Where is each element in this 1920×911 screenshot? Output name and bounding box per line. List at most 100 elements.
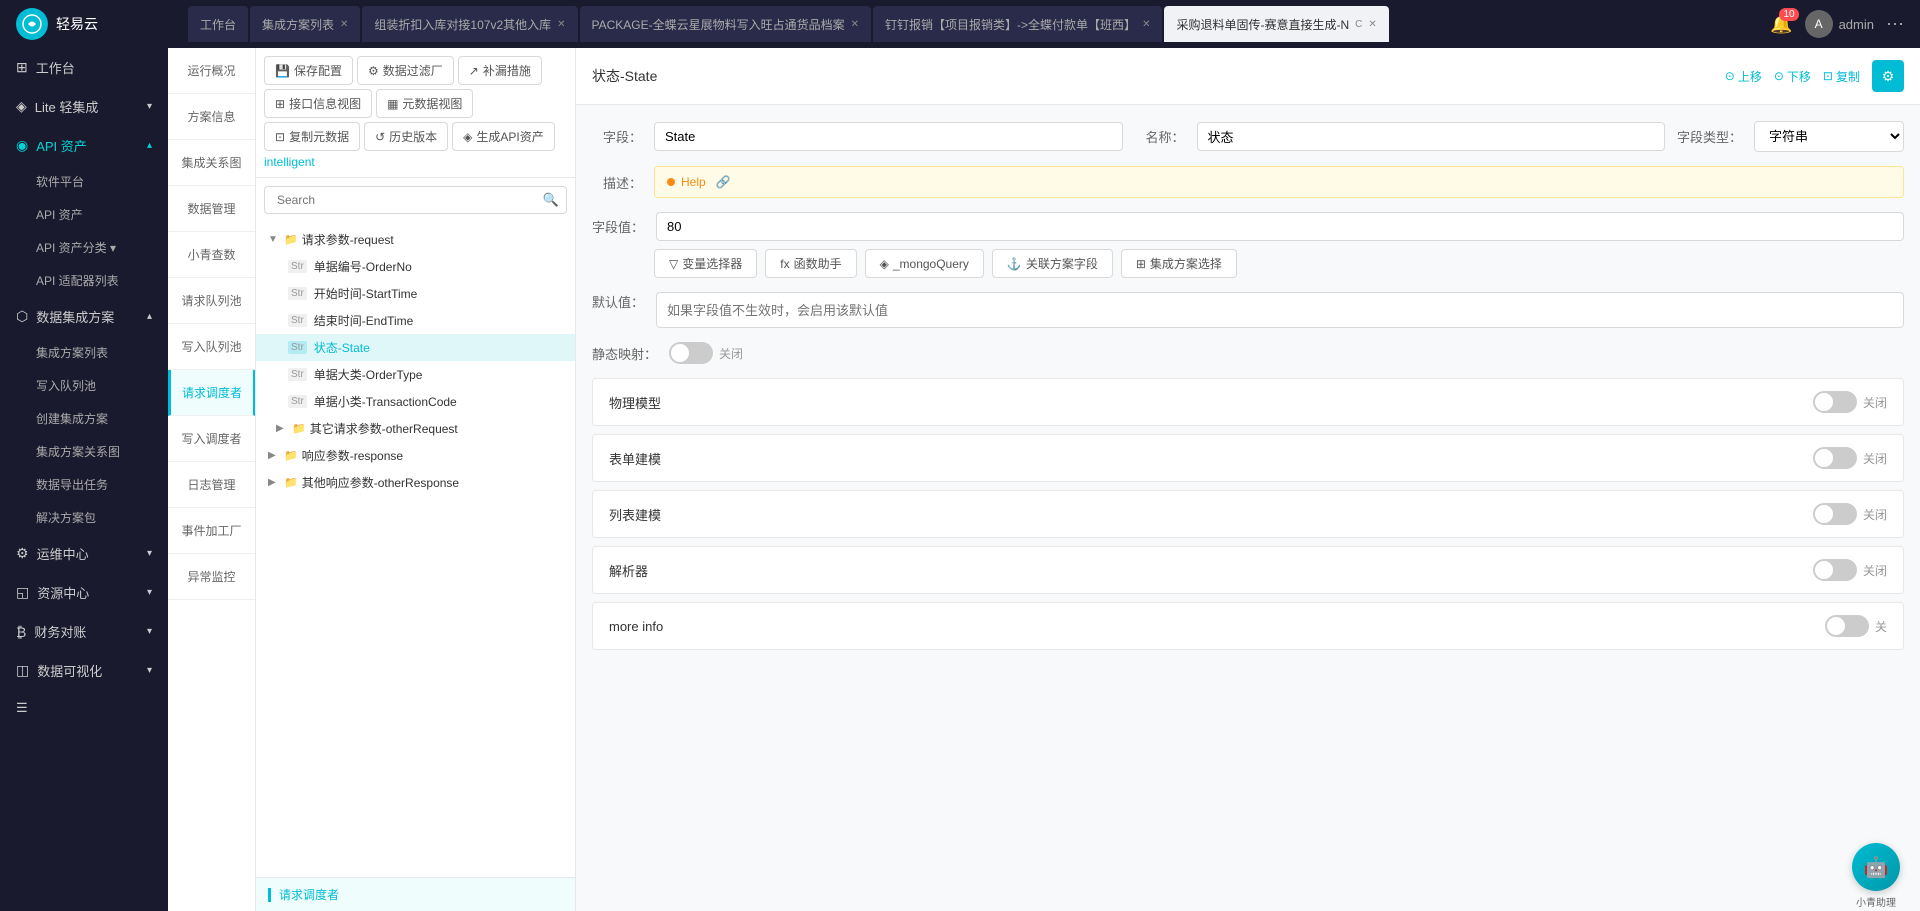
parser-toggle[interactable]: 关闭: [1813, 559, 1887, 581]
expand-icon[interactable]: ▼: [268, 234, 280, 245]
sidebar-item-api-adapter[interactable]: API 适配器列表: [36, 264, 168, 297]
sidebar-item-solution-package[interactable]: 解决方案包: [36, 501, 168, 534]
sidebar-item-api[interactable]: ◉ API 资产 ▴: [0, 126, 168, 165]
function-helper-button[interactable]: fx 函数助手: [765, 249, 856, 278]
history-button[interactable]: ↺ 历史版本: [364, 122, 448, 151]
sidebar-item-ops[interactable]: ⚙ 运维中心 ▾: [0, 534, 168, 573]
section-header-physics[interactable]: 物理模型 关闭: [593, 379, 1903, 425]
tab-dingding[interactable]: 钉钉报销【项目报销类】->全蝶付款单【班西】 ✕: [873, 6, 1162, 42]
nav-anomaly[interactable]: 异常监控: [168, 554, 255, 600]
meta-view-button[interactable]: ▦ 元数据视图: [376, 89, 473, 118]
copy-button[interactable]: ⊡ 复制: [1823, 68, 1860, 85]
user-menu[interactable]: A admin: [1805, 10, 1874, 38]
move-down-button[interactable]: ⊙ 下移: [1774, 68, 1811, 85]
tree-node-otherrequest[interactable]: ▶ 📁 其它请求参数-otherRequest: [256, 415, 575, 442]
tab-close-icon[interactable]: ✕: [851, 19, 859, 30]
sidebar-item-export-tasks[interactable]: 数据导出任务: [36, 468, 168, 501]
nav-relation-graph[interactable]: 集成关系图: [168, 140, 255, 186]
tab-close-icon[interactable]: ✕: [557, 19, 565, 30]
expand-icon[interactable]: ▶: [268, 450, 280, 461]
nav-write-scheduler[interactable]: 写入调度者: [168, 416, 255, 462]
expand-icon[interactable]: ▶: [276, 423, 288, 434]
nav-request-scheduler[interactable]: 请求调度者: [168, 370, 255, 416]
switch-control[interactable]: [1813, 447, 1857, 469]
more-toggle[interactable]: 关: [1825, 615, 1887, 637]
settings-button[interactable]: ⚙: [1872, 60, 1904, 92]
switch-control[interactable]: [1813, 503, 1857, 525]
move-up-button[interactable]: ⊙ 上移: [1725, 68, 1762, 85]
section-header-more[interactable]: more info 关: [593, 603, 1903, 649]
save-config-button[interactable]: 💾 保存配置: [264, 56, 353, 85]
section-header-form[interactable]: 表单建模 关闭: [593, 435, 1903, 481]
switch-control[interactable]: [1813, 559, 1857, 581]
name-input[interactable]: [1197, 122, 1666, 151]
sidebar-item-dataviz[interactable]: ◫ 数据可视化 ▾: [0, 651, 168, 690]
sidebar-item-api-classify[interactable]: API 资产分类 ▾: [36, 231, 168, 264]
field-input[interactable]: [654, 122, 1123, 151]
expand-icon[interactable]: ▶: [268, 477, 280, 488]
tab-close-icon[interactable]: ✕: [1142, 19, 1150, 30]
notification-bell[interactable]: 🔔 10: [1770, 14, 1792, 35]
static-map-toggle[interactable]: 关闭: [669, 342, 743, 364]
sidebar-item-relation-graph[interactable]: 集成方案关系图: [36, 435, 168, 468]
tab-workbench[interactable]: 工作台: [188, 6, 248, 42]
physics-toggle[interactable]: 关闭: [1813, 391, 1887, 413]
nav-data-mgmt[interactable]: 数据管理: [168, 186, 255, 232]
gen-api-button[interactable]: ◈ 生成API资产: [452, 122, 555, 151]
section-header-list[interactable]: 列表建模 关闭: [593, 491, 1903, 537]
tree-node-request[interactable]: ▼ 📁 请求参数-request: [256, 226, 575, 253]
switch-control[interactable]: [1813, 391, 1857, 413]
tab-reload-icon[interactable]: ✕: [1368, 19, 1376, 30]
section-header-parser[interactable]: 解析器 关闭: [593, 547, 1903, 593]
copy-meta-button[interactable]: ⊡ 复制元数据: [264, 122, 360, 151]
sidebar-item-more[interactable]: ☰: [0, 690, 168, 726]
variable-selector-button[interactable]: ▽ 变量选择器: [654, 249, 757, 278]
switch-control[interactable]: [1825, 615, 1869, 637]
sidebar-item-lite[interactable]: ◈ Lite 轻集成 ▾: [0, 87, 168, 126]
nav-scheme-info[interactable]: 方案信息: [168, 94, 255, 140]
tree-node-state[interactable]: Str 状态-State: [256, 334, 575, 361]
data-filter-button[interactable]: ⚙ 数据过滤厂: [357, 56, 454, 85]
list-toggle[interactable]: 关闭: [1813, 503, 1887, 525]
sidebar-item-finance[interactable]: ₿ 财务对账 ▾: [0, 612, 168, 651]
sidebar-item-data-integration[interactable]: ⬡ 数据集成方案 ▴: [0, 297, 168, 336]
sidebar-item-create-integration[interactable]: 创建集成方案: [36, 402, 168, 435]
tab-purchase[interactable]: 采购退料单固传-赛意直接生成-N C ✕: [1164, 6, 1388, 42]
interface-view-button[interactable]: ⊞ 接口信息视图: [264, 89, 372, 118]
tab-integration-list[interactable]: 集成方案列表 ✕: [250, 6, 360, 42]
more-icon[interactable]: ⋯: [1886, 14, 1904, 35]
nav-request-queue[interactable]: 请求队列池: [168, 278, 255, 324]
nav-logs[interactable]: 日志管理: [168, 462, 255, 508]
tree-node-otherresponse[interactable]: ▶ 📁 其他响应参数-otherResponse: [256, 469, 575, 496]
tree-node-starttime[interactable]: Str 开始时间-StartTime: [256, 280, 575, 307]
sidebar-item-integration-list[interactable]: 集成方案列表: [36, 336, 168, 369]
field-value-input[interactable]: [656, 212, 1904, 241]
form-toggle[interactable]: 关闭: [1813, 447, 1887, 469]
sidebar-item-workbench[interactable]: ⊞ 工作台: [0, 48, 168, 87]
nav-overview[interactable]: 运行概况: [168, 48, 255, 94]
relate-field-button[interactable]: ⚓ 关联方案字段: [992, 249, 1113, 278]
switch-control[interactable]: [669, 342, 713, 364]
supplement-button[interactable]: ↗ 补漏措施: [458, 56, 542, 85]
mongo-query-button[interactable]: ◈ _mongoQuery: [865, 249, 984, 278]
sidebar-item-write-queue[interactable]: 写入队列池: [36, 369, 168, 402]
default-value-input[interactable]: [656, 292, 1904, 328]
nav-event-factory[interactable]: 事件加工厂: [168, 508, 255, 554]
tree-node-transactioncode[interactable]: Str 单据小类-TransactionCode: [256, 388, 575, 415]
tree-node-orderno[interactable]: Str 单据编号-OrderNo: [256, 253, 575, 280]
tab-package[interactable]: PACKAGE-全蝶云星展物料写入旺占通货品档案 ✕: [580, 6, 872, 42]
tree-node-endtime[interactable]: Str 结束时间-EndTime: [256, 307, 575, 334]
tab-close-icon[interactable]: C: [1355, 19, 1362, 30]
tab-close-icon[interactable]: ✕: [340, 19, 348, 30]
type-select[interactable]: 字符串 数字 布尔值 对象 数组: [1754, 121, 1904, 152]
sidebar-item-software[interactable]: 软件平台: [36, 165, 168, 198]
tree-node-response[interactable]: ▶ 📁 响应参数-response: [256, 442, 575, 469]
search-input[interactable]: [264, 186, 567, 214]
ai-assistant[interactable]: 🤖 小青助理: [1852, 843, 1900, 891]
integration-select-button[interactable]: ⊞ 集成方案选择: [1121, 249, 1237, 278]
nav-query[interactable]: 小青查数: [168, 232, 255, 278]
sidebar-item-api-asset[interactable]: API 资产: [36, 198, 168, 231]
sidebar-item-resources[interactable]: ◱ 资源中心 ▾: [0, 573, 168, 612]
nav-write-queue[interactable]: 写入队列池: [168, 324, 255, 370]
tree-node-ordertype[interactable]: Str 单据大类-OrderType: [256, 361, 575, 388]
